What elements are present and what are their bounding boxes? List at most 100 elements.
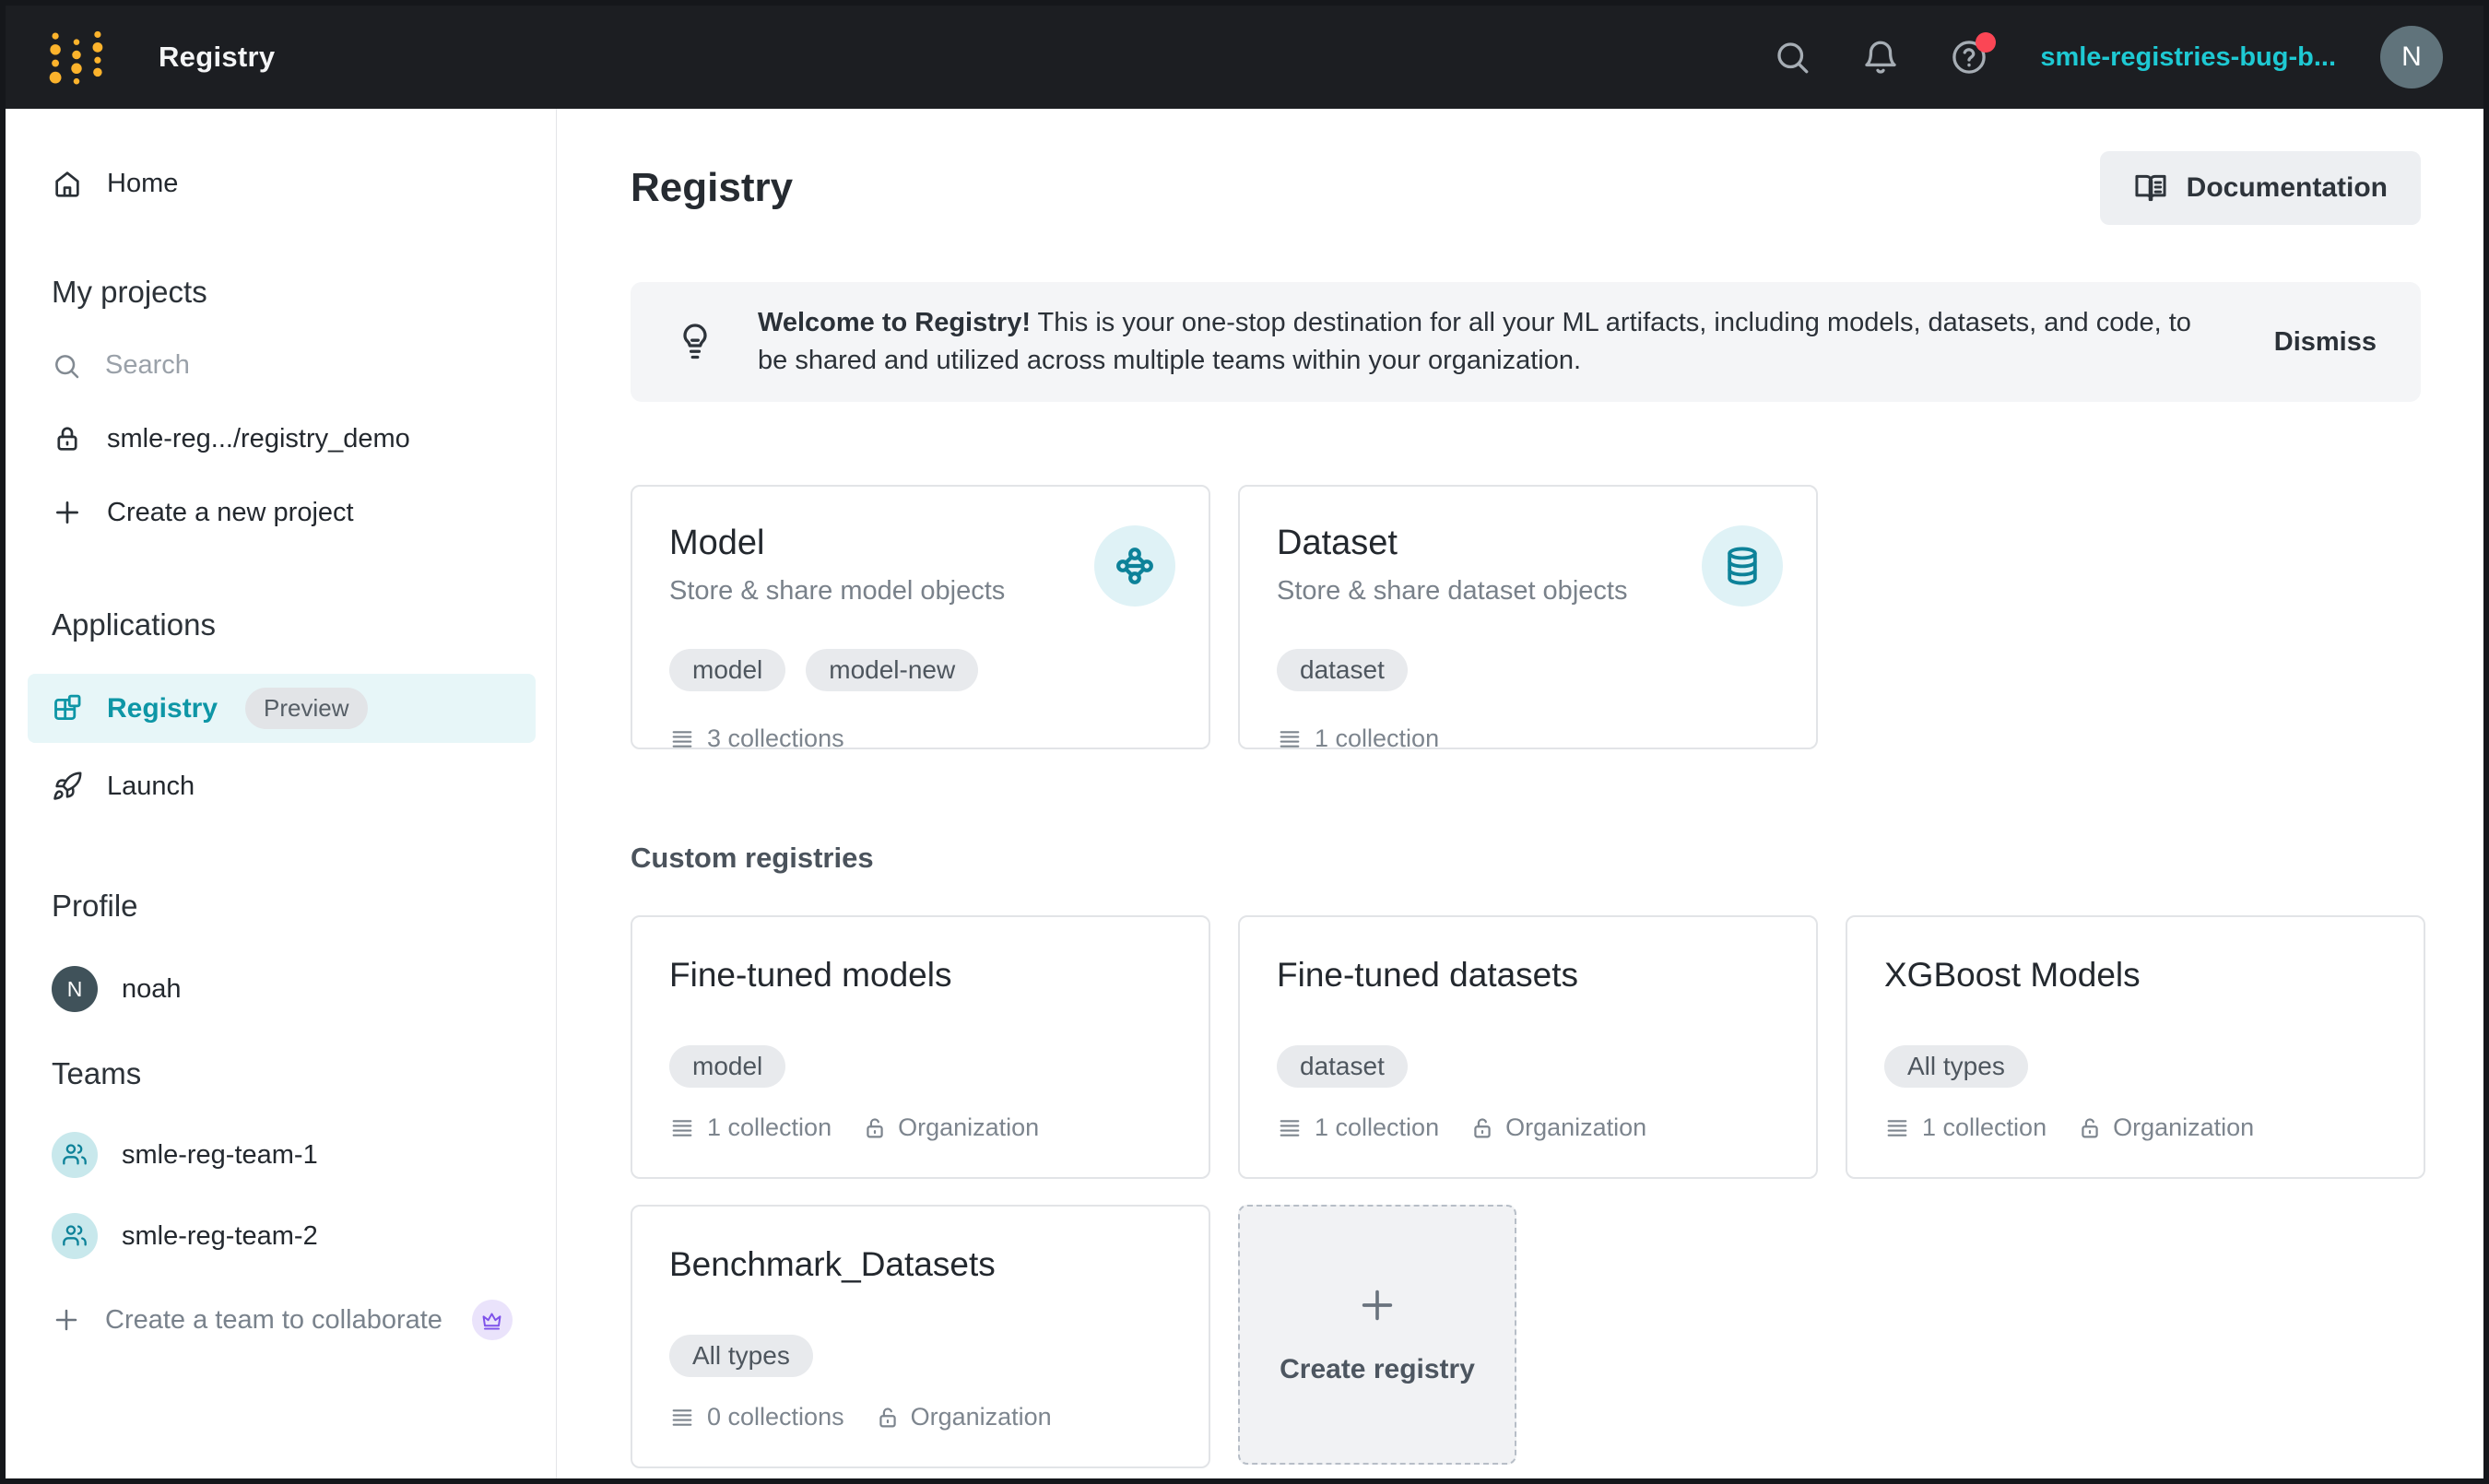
sidebar-search[interactable] [52, 350, 537, 381]
create-team-label: Create a team to collaborate [105, 1305, 442, 1336]
teams-header: Teams [52, 1056, 537, 1091]
visibility-label: Organization [911, 1403, 1052, 1431]
team-name: smle-reg-team-1 [122, 1140, 318, 1171]
core-registries: Model Store & share model objects model … [631, 485, 2421, 749]
banner-title: Welcome to Registry! [758, 308, 1031, 337]
project-name: smle-reg.../registry_demo [107, 424, 410, 454]
visibility-group: Organization [1469, 1113, 1646, 1142]
collections-count: 1 collection [1922, 1113, 2047, 1142]
registry-label: Registry [107, 693, 218, 724]
create-registry-label: Create registry [1280, 1354, 1475, 1385]
collections-count: 0 collections [707, 1403, 844, 1431]
create-project-button[interactable]: Create a new project [52, 497, 537, 528]
lock-icon [52, 423, 83, 454]
sidebar-item-team-2[interactable]: smle-reg-team-2 [52, 1213, 537, 1259]
tag-pill: model [669, 649, 785, 691]
unlock-icon [862, 1115, 888, 1141]
profile-header: Profile [52, 889, 537, 924]
notification-dot [1976, 32, 1996, 53]
list-icon [669, 726, 695, 752]
sidebar-home-label: Home [107, 169, 178, 199]
collections-count: 1 collection [1315, 724, 1439, 753]
card-tags: All types [669, 1335, 1172, 1377]
registry-grid-icon [52, 693, 83, 724]
tag-pill: model-new [806, 649, 978, 691]
profile-name: noah [122, 974, 182, 1005]
content-shell: Home My projects smle-reg.../registry_de… [6, 109, 2483, 1478]
banner-text: Welcome to Registry! This is your one-st… [758, 304, 2224, 380]
tag-pill: model [669, 1045, 785, 1088]
registry-card-xgboost-models[interactable]: XGBoost Models All types 1 collection Or… [1846, 915, 2425, 1179]
my-projects-header: My projects [52, 275, 537, 310]
card-meta: 3 collections [669, 724, 1172, 753]
registry-card-fine-tuned-models[interactable]: Fine-tuned models model 1 collection Org… [631, 915, 1210, 1179]
welcome-banner: Welcome to Registry! This is your one-st… [631, 282, 2421, 402]
help-icon[interactable] [1950, 38, 1988, 77]
list-icon [1277, 726, 1303, 752]
visibility-group: Organization [875, 1403, 1052, 1431]
list-icon [669, 1115, 695, 1141]
search-input[interactable] [105, 350, 409, 381]
users-icon [52, 1132, 98, 1178]
user-avatar[interactable]: N [2380, 26, 2443, 88]
app-window: Registry smle-registries-bug-b... N Home… [0, 0, 2489, 1484]
crown-icon [472, 1300, 513, 1340]
plus-icon [52, 497, 83, 528]
tag-pill: All types [669, 1335, 813, 1377]
main-content: Registry Documentation Welcome to Regist… [557, 109, 2483, 1478]
unlock-icon [2077, 1115, 2103, 1141]
registry-card-dataset[interactable]: Dataset Store & share dataset objects da… [1238, 485, 1818, 749]
tag-pill: dataset [1277, 649, 1408, 691]
org-name-link[interactable]: smle-registries-bug-b... [2040, 42, 2336, 73]
card-tags: All types [1884, 1045, 2387, 1088]
book-icon [2133, 171, 2168, 206]
unlock-icon [1469, 1115, 1495, 1141]
card-title: XGBoost Models [1884, 956, 2387, 995]
launch-label: Launch [107, 771, 195, 802]
list-icon [1277, 1115, 1303, 1141]
sidebar-item-home[interactable]: Home [52, 168, 537, 199]
documentation-label: Documentation [2187, 172, 2388, 204]
home-icon [52, 168, 83, 199]
collections-count: 1 collection [707, 1113, 832, 1142]
documentation-button[interactable]: Documentation [2100, 151, 2421, 225]
search-icon[interactable] [1773, 38, 1811, 77]
wandb-logo[interactable] [46, 24, 107, 90]
card-meta: 1 collection [1277, 724, 1779, 753]
model-nodes-icon [1094, 525, 1175, 607]
list-icon [1884, 1115, 1910, 1141]
tag-pill: dataset [1277, 1045, 1408, 1088]
visibility-group: Organization [862, 1113, 1039, 1142]
navbar-actions: smle-registries-bug-b... N [1723, 26, 2443, 88]
card-tags: dataset [1277, 649, 1779, 691]
card-title: Benchmark_Datasets [669, 1245, 1172, 1284]
registry-card-benchmark-datasets[interactable]: Benchmark_Datasets All types 0 collectio… [631, 1205, 1210, 1468]
card-tags: model [669, 1045, 1172, 1088]
sidebar-item-team-1[interactable]: smle-reg-team-1 [52, 1132, 537, 1178]
registry-card-fine-tuned-datasets[interactable]: Fine-tuned datasets dataset 1 collection… [1238, 915, 1818, 1179]
create-registry-button[interactable]: Create registry [1238, 1205, 1516, 1465]
sidebar: Home My projects smle-reg.../registry_de… [6, 109, 557, 1478]
visibility-label: Organization [2113, 1113, 2254, 1142]
bell-icon[interactable] [1861, 38, 1900, 77]
collections-count: 1 collection [1315, 1113, 1439, 1142]
visibility-label: Organization [1505, 1113, 1646, 1142]
card-meta: 0 collections Organization [669, 1403, 1172, 1431]
create-team-button[interactable]: Create a team to collaborate [52, 1300, 537, 1340]
card-meta: 1 collection Organization [1884, 1113, 2387, 1142]
registry-card-model[interactable]: Model Store & share model objects model … [631, 485, 1210, 749]
visibility-label: Organization [898, 1113, 1039, 1142]
collections-count: 3 collections [707, 724, 844, 753]
sidebar-item-profile[interactable]: N noah [52, 966, 537, 1012]
plus-icon [1356, 1284, 1398, 1326]
sidebar-item-project[interactable]: smle-reg.../registry_demo [52, 423, 537, 454]
team-name: smle-reg-team-2 [122, 1221, 318, 1252]
sidebar-item-launch[interactable]: Launch [52, 771, 537, 802]
card-meta: 1 collection Organization [669, 1113, 1172, 1142]
lightbulb-icon [675, 322, 715, 362]
visibility-group: Organization [2077, 1113, 2254, 1142]
card-title: Fine-tuned models [669, 956, 1172, 995]
sidebar-item-registry[interactable]: Registry Preview [28, 674, 536, 743]
dismiss-button[interactable]: Dismiss [2232, 327, 2377, 358]
custom-registries-header: Custom registries [631, 842, 2421, 875]
